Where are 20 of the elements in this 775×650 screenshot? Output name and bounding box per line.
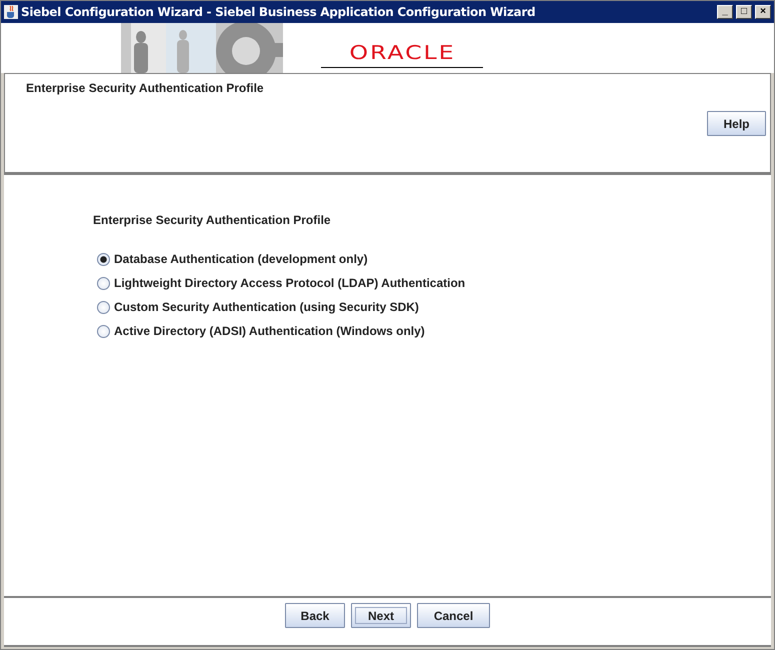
help-button[interactable]: Help	[707, 111, 766, 136]
oracle-logo-text: ORACLE	[348, 42, 456, 64]
close-button[interactable]: ×	[755, 5, 771, 19]
cancel-button[interactable]: Cancel	[417, 603, 490, 628]
radio-option[interactable]: Lightweight Directory Access Protocol (LDAP) Authentication	[97, 271, 771, 295]
page-title: Enterprise Security Authentication Profile	[26, 81, 265, 95]
section-heading: Enterprise Security Authentication Profile	[93, 213, 332, 227]
radio-option[interactable]: Active Directory (ADSI) Authentication (Windows only)	[97, 319, 771, 343]
cup-icon	[4, 5, 18, 19]
radio-button[interactable]	[97, 276, 110, 290]
minimize-button[interactable]: _	[717, 5, 733, 19]
radio-button[interactable]	[97, 300, 110, 314]
radio-option[interactable]: Database Authentication (development only)	[97, 247, 771, 271]
radio-button[interactable]	[97, 324, 110, 338]
back-button[interactable]: Back	[285, 603, 345, 628]
next-button[interactable]: Next	[351, 603, 411, 628]
maximize-button[interactable]: □	[736, 5, 752, 19]
radio-option[interactable]: Custom Security Authentication (using Security SDK)	[97, 295, 771, 319]
radio-button[interactable]	[97, 252, 110, 266]
window-title: Siebel Configuration Wizard - Siebel Business Application Configuration Wizard	[21, 5, 536, 19]
